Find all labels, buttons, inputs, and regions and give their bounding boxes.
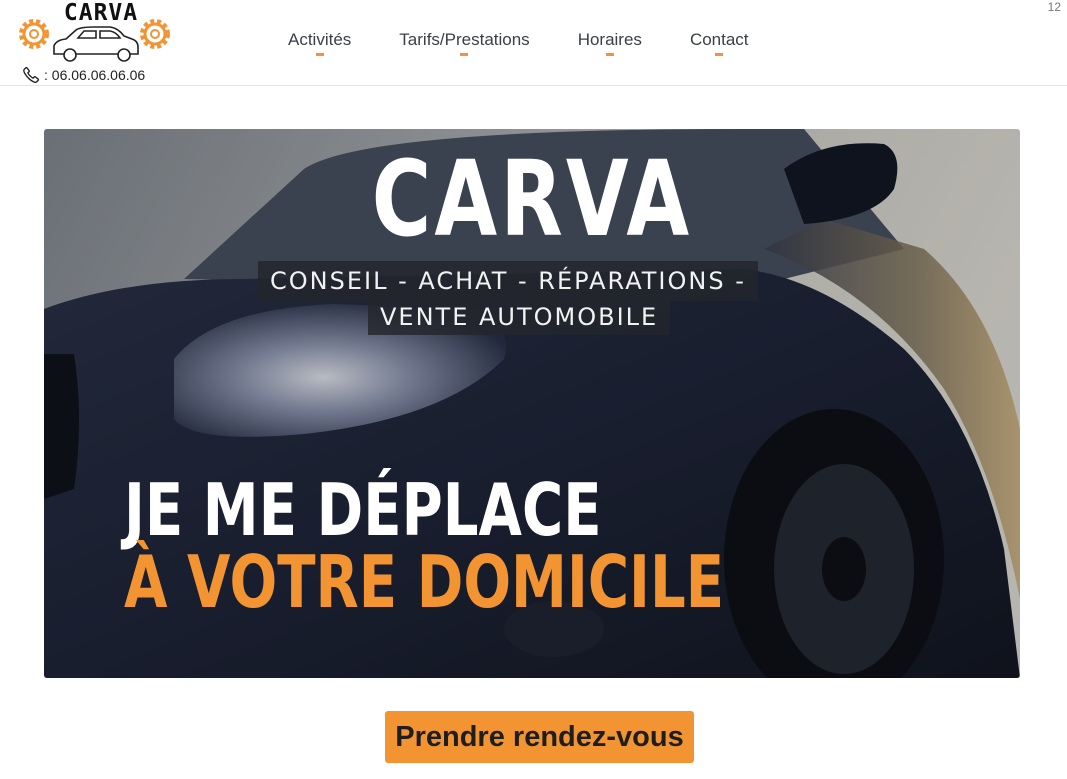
nav-underline — [715, 53, 724, 56]
hero-headline-line2: À VOTRE DOMICILE — [124, 540, 725, 624]
main-nav: Activités Tarifs/Prestations Horaires Co… — [264, 28, 773, 60]
site-header: CARVA : 06.06.06.06.06 Activités Tarifs/… — [0, 0, 1067, 86]
hero-title: CARVA — [371, 138, 693, 260]
nav-item-label: Contact — [689, 30, 749, 49]
nav-item-tarifs[interactable]: Tarifs/Prestations — [375, 28, 553, 60]
nav-item-horaires[interactable]: Horaires — [554, 28, 666, 60]
page-number: 12 — [1047, 0, 1061, 14]
hero-banner: CARVA CONSEIL - ACHAT - RÉPARATIONS - VE… — [44, 129, 1020, 678]
hero-tagline-line1: CONSEIL - ACHAT - RÉPARATIONS - — [258, 261, 758, 301]
nav-underline — [605, 53, 614, 56]
logo-text: CARVA — [63, 0, 139, 26]
car-icon — [53, 26, 139, 62]
phone-icon — [23, 66, 40, 84]
phone-text: : 06.06.06.06.06 — [44, 67, 146, 83]
phone-number[interactable]: : 06.06.06.06.06 — [22, 65, 145, 85]
nav-underline — [460, 53, 469, 56]
nav-item-label: Activités — [288, 30, 352, 49]
nav-item-label: Horaires — [577, 30, 642, 49]
nav-item-contact[interactable]: Contact — [666, 28, 773, 60]
nav-item-activites[interactable]: Activités — [264, 28, 375, 60]
hero-tagline-line2: VENTE AUTOMOBILE — [368, 299, 671, 335]
book-appointment-button[interactable]: Prendre rendez-vous — [385, 711, 694, 763]
hero-headline-line1: JE ME DÉPLACE — [124, 468, 602, 552]
left-gear-icon — [19, 19, 49, 49]
nav-underline — [315, 53, 324, 56]
carva-logo[interactable]: CARVA — [14, 0, 176, 64]
nav-item-label: Tarifs/Prestations — [399, 30, 530, 49]
